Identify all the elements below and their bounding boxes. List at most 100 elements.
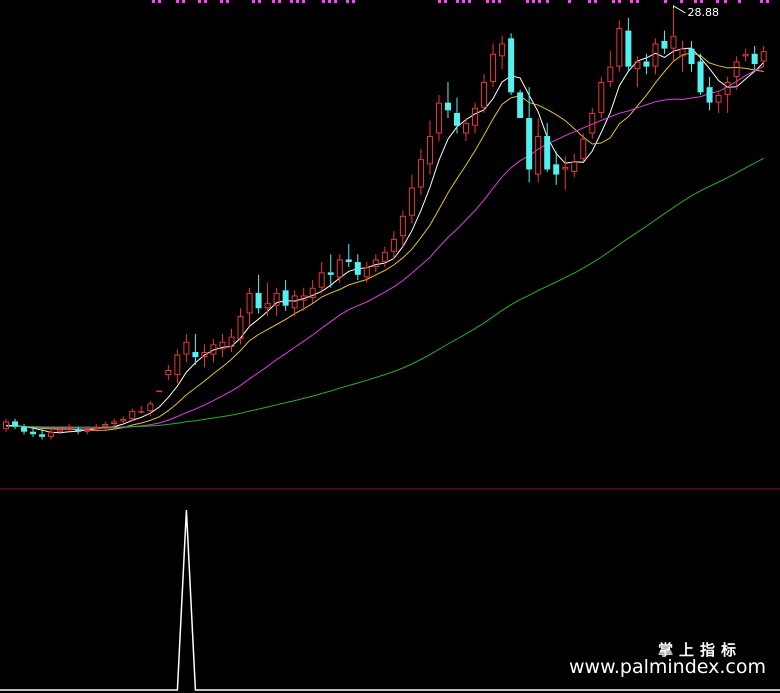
top-tick [694,0,697,3]
ma10-line [6,52,764,431]
candle-body [129,411,136,419]
top-tick [498,0,501,3]
candle-body [652,43,659,67]
high-price-pointer [672,5,686,14]
candle [228,328,235,353]
top-tick [738,0,741,3]
candle [345,244,352,268]
top-tick [334,0,337,3]
candle-body [742,53,749,57]
candle-body [75,429,82,432]
candle-body [733,61,740,77]
top-tick [438,0,441,3]
top-tick [158,0,161,3]
candle-body [363,267,370,278]
candle-body [517,92,524,119]
candle-body [291,295,298,309]
candle-body [255,292,262,309]
candle-body [760,51,767,62]
top-tick [322,0,325,3]
top-tick [182,0,185,3]
candle-body [120,418,127,422]
top-tick [290,0,293,3]
top-tick [272,0,275,3]
candle-body [174,354,181,376]
top-tick [532,0,535,3]
top-tick [252,0,255,3]
candle [237,308,244,345]
candle-body [345,259,352,263]
moving-average-lines [6,47,765,434]
candle-body [21,426,28,432]
candle [12,418,19,430]
candle [399,210,406,247]
candle [327,254,334,288]
candle [472,102,479,134]
top-tick [198,0,201,3]
candle-body [48,431,55,437]
top-tick [462,0,465,3]
candle [435,94,442,142]
candle [165,364,172,381]
candle [706,76,713,111]
top-tick [486,0,489,3]
candle [246,287,253,327]
top-tick [468,0,471,3]
top-tick [724,0,727,3]
candle-body [580,138,587,160]
top-tick [636,0,639,3]
candle [21,424,28,435]
candle-body [454,112,460,126]
high-price-label: 28.88 [687,6,719,19]
candle [688,40,695,72]
candle-body [625,30,632,67]
candle [48,429,55,440]
candle [661,30,668,54]
candle [508,33,515,95]
candle-body [417,159,424,188]
candle-body [264,303,271,309]
candle [381,246,388,268]
candle [751,46,758,70]
stock-chart: 28.88 [0,0,780,691]
candle [390,231,397,260]
candle-body [616,28,623,67]
candle-body [544,136,551,170]
candle-body [481,82,488,108]
top-tick [594,0,597,3]
candle-body [111,421,118,425]
candle-body [39,434,46,437]
candle [598,76,605,119]
candle [715,92,722,113]
top-tick [538,0,541,3]
candle-body [192,352,199,358]
top-tick [258,0,261,3]
candle [336,254,343,283]
candle-body [399,215,406,237]
ma60-line [6,157,764,428]
top-tick [296,0,299,3]
candle [183,334,190,363]
candle [580,133,587,162]
top-tick [526,0,529,3]
candle-body [661,40,668,49]
top-tick [700,0,703,3]
candle-body [444,102,451,111]
candle-body [426,136,433,165]
candle-body [526,118,533,170]
candle-body [508,38,515,93]
candle [616,20,623,72]
candle-body [336,259,343,278]
candle [282,280,289,311]
candle-body [571,161,578,173]
candle-body [183,341,190,355]
candle [426,120,433,175]
candle [201,344,208,368]
top-tick [220,0,223,3]
candle-body [697,61,704,93]
candle [372,254,379,273]
top-tick [456,0,459,3]
top-tick [152,0,155,3]
candle-body [643,61,650,67]
candle [138,406,145,414]
